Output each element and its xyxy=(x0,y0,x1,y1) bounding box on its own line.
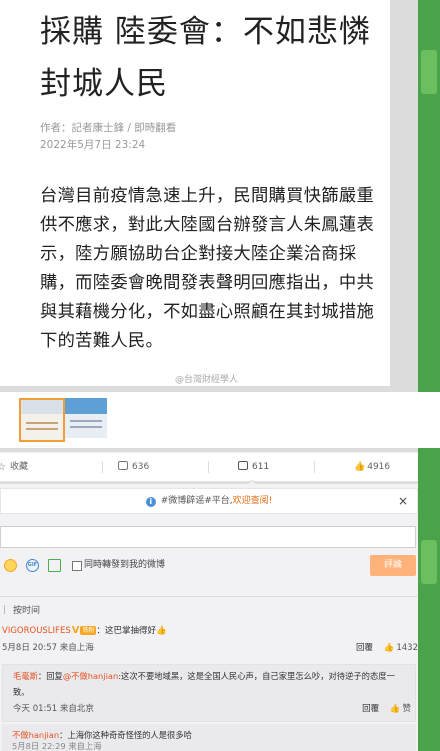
reply-item: 毛毫斯：回复@不做hanjian:这次不要地域黑，这是全国人民心声，自己家里怎么… xyxy=(2,664,416,722)
reply-button[interactable]: 回覆 xyxy=(356,643,373,653)
gif-icon[interactable]: GIF xyxy=(26,559,39,572)
like-icon[interactable]: 👍 xyxy=(390,704,401,714)
article-body: 台灣目前疫情急速上升，民間購買快篩嚴重供不應求，對此大陸國台辦發言人朱鳳蓮表示，… xyxy=(40,186,375,351)
fan-level-badge: 铁粉 xyxy=(80,626,97,635)
reply-item: 不做hanjian：上海你这种奇奇怪怪的人是很多哈 5月8日 22:29 来自上… xyxy=(2,724,416,751)
submit-comment-button[interactable]: 評論 xyxy=(370,555,416,576)
page-side-strip xyxy=(418,0,440,751)
divider xyxy=(102,461,103,473)
reply-button[interactable]: 回覆 xyxy=(362,704,379,714)
repost-checkbox[interactable] xyxy=(72,561,82,571)
comment-input[interactable] xyxy=(0,526,416,548)
favorite-label: 收藏 xyxy=(9,462,28,472)
reply-text-line: 不做hanjian：上海你这种奇奇怪怪的人是很多哈 xyxy=(12,728,192,742)
side-tab[interactable] xyxy=(421,540,437,584)
watermark: @台灣財經學人 xyxy=(175,375,239,385)
article-image[interactable]: 採購 陸委會：不如悲憐封城人民 作者：記者康士鋒 / 即時翻看 2022年5月7… xyxy=(0,0,390,386)
divider xyxy=(208,461,209,473)
favorite-button[interactable]: ☆ 收藏 xyxy=(0,453,28,481)
repost-icon xyxy=(118,461,128,470)
repost-button[interactable]: 636 xyxy=(118,453,149,481)
reply-text-line: 毛毫斯：回复@不做hanjian:这次不要地域黑，这是全国人民心声，自己家里怎么… xyxy=(13,668,411,700)
thumbs-up-icon: 👍 xyxy=(354,462,366,472)
article-date: 2022年5月7日 23:24 xyxy=(40,139,146,151)
article-title: 採購 陸委會：不如悲憐封城人民 xyxy=(40,14,371,102)
sort-label: 按时间 xyxy=(13,606,41,616)
comment-text: ：这巴掌抽得好 xyxy=(96,626,156,636)
reply-username[interactable]: 不做hanjian xyxy=(12,730,59,740)
divider xyxy=(0,596,418,597)
close-icon[interactable]: × xyxy=(398,489,408,513)
thumbnail-1[interactable] xyxy=(19,398,65,442)
like-icon[interactable]: 👍 xyxy=(384,643,395,653)
comment-time: 5月8日 20:57 来自上海 xyxy=(2,643,94,653)
comment-like-count: 1432 xyxy=(396,643,418,653)
composer-toolbar: GIF 同時轉發到我的微博 評論 xyxy=(0,555,418,585)
side-tab[interactable] xyxy=(421,50,437,94)
reply-text: ：上海你这种奇奇怪怪的人是很多哈 xyxy=(59,730,192,740)
reply-like-label: 赞 xyxy=(402,704,411,714)
divider xyxy=(314,461,315,473)
article-byline: 作者：記者康士鋒 / 即時翻看 2022年5月7日 23:24 xyxy=(40,120,176,154)
thumbs-up-emoji-icon: 👍 xyxy=(156,626,167,636)
comment-icon xyxy=(238,461,248,470)
info-icon: i xyxy=(145,497,156,507)
comment-count: 611 xyxy=(252,462,270,472)
verified-icon: V xyxy=(71,625,80,636)
reply-mention[interactable]: @不做hanjian xyxy=(63,671,118,681)
reply-prefix: ：回复 xyxy=(37,671,63,681)
like-button[interactable]: 👍 4916 xyxy=(354,453,390,481)
image-thumbnails xyxy=(0,392,440,448)
repost-checkbox-label: 同時轉發到我的微博 xyxy=(84,560,166,570)
notice-text: #微博辟谣#平台, xyxy=(160,496,233,506)
action-bar: ☆ 收藏 636 611 👍 4916 xyxy=(0,452,418,485)
image-icon[interactable] xyxy=(48,559,61,572)
reply-meta: 今天 01:51 来自北京 回覆 👍 赞 xyxy=(13,702,411,716)
emoji-icon[interactable] xyxy=(4,559,17,572)
reply-username[interactable]: 毛毫斯 xyxy=(13,671,38,681)
like-count: 4916 xyxy=(367,462,391,472)
article-author: 作者：記者康士鋒 / 即時翻看 xyxy=(40,122,177,134)
comment-username[interactable]: VIGOROUSLIFES xyxy=(2,626,71,636)
thumbnail-2[interactable] xyxy=(65,398,107,438)
repost-count: 636 xyxy=(132,462,150,472)
sort-by-time[interactable]: 按时间 xyxy=(4,603,40,616)
star-icon: ☆ xyxy=(0,462,6,473)
comment-panel: i #微博辟谣#平台,欢迎查阅! × GIF 同時轉發到我的微博 評論 按时间 V… xyxy=(0,484,418,751)
comment-button[interactable]: 611 xyxy=(238,453,269,481)
reply-time: 5月8日 22:29 来自上海 xyxy=(12,742,102,751)
reply-time: 今天 01:51 来自北京 xyxy=(13,704,94,714)
rumor-notice-bar: i #微博辟谣#平台,欢迎查阅! × xyxy=(0,488,418,514)
comment-meta: 5月8日 20:57 来自上海 回覆 👍 1432 xyxy=(2,641,418,655)
notice-link[interactable]: 欢迎查阅! xyxy=(233,496,273,506)
comment-item: VIGOROUSLIFESV 铁粉 ：这巴掌抽得好👍 xyxy=(2,624,418,638)
